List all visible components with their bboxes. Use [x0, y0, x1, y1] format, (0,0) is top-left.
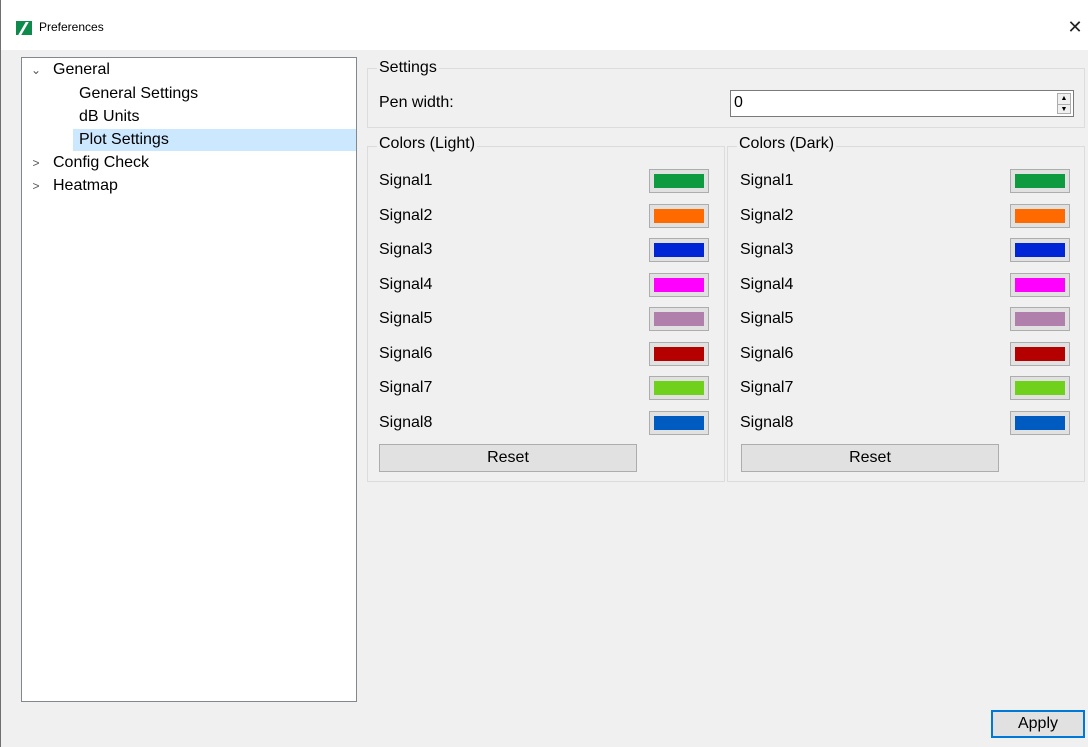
reset-dark-button[interactable]: Reset [741, 444, 999, 472]
signal-label: Signal7 [379, 379, 433, 396]
color-swatch-button[interactable] [1010, 376, 1070, 400]
color-swatch-fill [654, 347, 704, 361]
pen-width-value: 0 [734, 94, 743, 111]
chevron-right-icon[interactable]: > [30, 152, 42, 174]
signal-label: Signal6 [740, 345, 794, 362]
color-swatch-button[interactable] [649, 307, 709, 331]
signal-label: Signal5 [740, 310, 794, 327]
tree-item-label: Plot Settings [79, 131, 169, 148]
color-swatch-button[interactable] [1010, 169, 1070, 193]
color-swatch-button[interactable] [649, 204, 709, 228]
signal-label: Signal3 [379, 241, 433, 258]
window-title: Preferences [39, 20, 104, 34]
color-swatch-fill [654, 381, 704, 395]
color-swatch-fill [1015, 278, 1065, 292]
color-swatch-button[interactable] [1010, 411, 1070, 435]
color-swatch-button[interactable] [1010, 238, 1070, 262]
signal-label: Signal2 [379, 207, 433, 224]
color-swatch-button[interactable] [1010, 273, 1070, 297]
signal-label: Signal8 [740, 414, 794, 431]
signal-label: Signal4 [740, 276, 794, 293]
settings-group-title: Settings [377, 59, 439, 77]
tree-item-label: dB Units [79, 108, 140, 125]
color-swatch-button[interactable] [1010, 307, 1070, 331]
signal-label: Signal2 [740, 207, 794, 224]
app-logo-icon [16, 21, 32, 35]
signal-label: Signal6 [379, 345, 433, 362]
color-swatch-button[interactable] [649, 376, 709, 400]
color-swatch-fill [1015, 416, 1065, 430]
navigation-tree: ⌄ General General Settings dB Units Plot… [21, 57, 357, 702]
color-swatch-button[interactable] [649, 273, 709, 297]
reset-light-button[interactable]: Reset [379, 444, 637, 472]
color-swatch-fill [654, 243, 704, 257]
color-swatch-button[interactable] [649, 238, 709, 262]
tree-item-config-check[interactable]: > Config Check [30, 152, 350, 174]
color-swatch-fill [1015, 381, 1065, 395]
spin-buttons: ▲ ▼ [1057, 93, 1071, 114]
tree-item-heatmap[interactable]: > Heatmap [30, 175, 350, 197]
color-swatch-fill [654, 209, 704, 223]
color-swatch-fill [1015, 312, 1065, 326]
colors-dark-title: Colors (Dark) [737, 135, 837, 153]
color-swatch-button[interactable] [649, 342, 709, 366]
signal-label: Signal1 [740, 172, 794, 189]
chevron-down-icon[interactable]: ⌄ [30, 59, 42, 81]
signal-label: Signal7 [740, 379, 794, 396]
tree-item-db-units[interactable]: dB Units [79, 106, 349, 128]
colors-light-title: Colors (Light) [377, 135, 478, 153]
pen-width-label: Pen width: [379, 94, 454, 111]
color-swatch-button[interactable] [649, 169, 709, 193]
color-swatch-fill [1015, 243, 1065, 257]
preferences-window: Preferences ✕ ⌄ General General Settings… [0, 0, 1088, 747]
tree-item-label: General [53, 61, 110, 78]
color-swatch-fill [654, 278, 704, 292]
spin-up-icon[interactable]: ▲ [1058, 94, 1070, 103]
tree-item-label: Config Check [53, 154, 150, 171]
color-swatch-fill [654, 312, 704, 326]
spin-down-icon[interactable]: ▼ [1058, 104, 1070, 114]
tree-item-general[interactable]: ⌄ General [30, 59, 350, 81]
apply-button[interactable]: Apply [991, 710, 1085, 738]
signal-label: Signal4 [379, 276, 433, 293]
color-swatch-button[interactable] [1010, 342, 1070, 366]
color-swatch-button[interactable] [1010, 204, 1070, 228]
chevron-right-icon[interactable]: > [30, 175, 42, 197]
color-swatch-fill [654, 416, 704, 430]
signal-label: Signal8 [379, 414, 433, 431]
tree-item-label: Heatmap [53, 177, 118, 194]
color-swatch-fill [1015, 347, 1065, 361]
title-bar: Preferences ✕ [1, 0, 1088, 50]
color-swatch-fill [1015, 209, 1065, 223]
signal-label: Signal3 [740, 241, 794, 258]
tree-item-label: General Settings [79, 85, 199, 102]
close-button[interactable]: ✕ [1063, 15, 1087, 39]
tree-item-plot-settings[interactable]: Plot Settings [79, 129, 349, 151]
color-swatch-fill [1015, 174, 1065, 188]
pen-width-spinbox[interactable]: 0 ▲ ▼ [730, 90, 1074, 117]
signal-label: Signal5 [379, 310, 433, 327]
tree-item-general-settings[interactable]: General Settings [79, 83, 349, 105]
color-swatch-fill [654, 174, 704, 188]
signal-label: Signal1 [379, 172, 433, 189]
color-swatch-button[interactable] [649, 411, 709, 435]
